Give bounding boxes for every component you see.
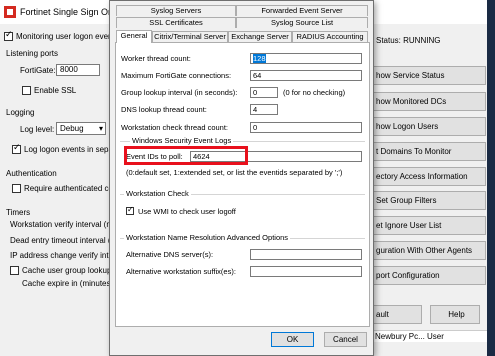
cache-expire-label: Cache expire in (minutes): [22, 279, 116, 288]
workstation-check-section-title: Workstation Check [124, 189, 191, 198]
listening-ports-title: Listening ports [6, 49, 59, 58]
workstation-check-thread-input[interactable]: 0 [250, 122, 362, 133]
workstation-check-thread-label: Workstation check thread count: [121, 123, 228, 132]
cache-group-label: Cache user group lookup r [22, 266, 117, 275]
show-monitored-dcs-button[interactable]: how Monitored DCs [372, 92, 486, 111]
tab-radius-accounting[interactable]: RADIUS Accounting [292, 31, 368, 42]
wsel-section-title: Windows Security Event Logs [130, 136, 234, 145]
group-lookup-interval-label: Group lookup interval (in seconds): [121, 88, 238, 97]
alt-dns-input[interactable] [250, 249, 362, 260]
group-lookup-interval-input[interactable]: 0 [250, 87, 278, 98]
tab-ssl-certificates[interactable]: SSL Certificates [116, 17, 236, 28]
tab-syslog-source-list[interactable]: Syslog Source List [236, 17, 368, 28]
log-level-select[interactable]: Debug [56, 122, 106, 135]
fortigate-port-label: FortiGate: [20, 66, 56, 75]
logging-title: Logging [6, 108, 35, 117]
fortinet-app-icon [4, 6, 16, 18]
desktop-background [487, 0, 495, 356]
worker-thread-label: Worker thread count: [121, 54, 191, 63]
max-connections-input[interactable]: 64 [250, 70, 362, 81]
show-service-status-button[interactable]: how Service Status [372, 66, 486, 85]
alt-suffix-input[interactable] [250, 266, 362, 277]
alt-dns-label: Alternative DNS server(s): [126, 250, 214, 259]
log-logon-checkbox[interactable] [12, 143, 21, 154]
show-logon-users-button[interactable]: how Logon Users [372, 117, 486, 136]
group-lookup-hint: (0 for no checking) [283, 88, 346, 97]
tab-exchange-server[interactable]: Exchange Server [228, 31, 292, 42]
require-auth-label: Require authenticated con [24, 184, 118, 193]
tab-general[interactable]: General [116, 30, 152, 43]
use-wmi-label: Use WMI to check user logoff [138, 207, 236, 216]
advanced-settings-dialog: Syslog Servers Forwarded Event Server SS… [109, 0, 374, 356]
ip-change-label: IP address change verify inter [10, 251, 116, 260]
sync-configuration-button[interactable]: guration With Other Agents [372, 241, 486, 260]
set-group-filters-button[interactable]: Set Group Filters [372, 191, 486, 210]
max-connections-label: Maximum FortiGate connections: [121, 71, 232, 80]
export-configuration-button[interactable]: port Configuration [372, 266, 486, 285]
worker-thread-value: 128 [253, 54, 266, 63]
workstation-verify-label: Workstation verify interval (min [10, 220, 120, 229]
monitoring-checkbox[interactable] [4, 30, 13, 41]
authentication-title: Authentication [6, 169, 57, 178]
select-domains-button[interactable]: t Domains To Monitor [372, 142, 486, 161]
use-wmi-checkbox[interactable] [126, 205, 134, 215]
general-tab-panel: Worker thread count: 128 Maximum FortiGa… [115, 42, 370, 327]
event-ids-highlight-box [124, 146, 248, 165]
log-level-label: Log level: [20, 125, 55, 134]
dns-lookup-thread-label: DNS lookup thread count: [121, 105, 207, 114]
alt-suffix-label: Alternative workstation suffix(es): [126, 267, 236, 276]
enable-ssl-checkbox[interactable] [22, 86, 31, 95]
event-ids-hint: (0:default set, 1:extended set, or list … [126, 168, 343, 177]
monitoring-label: Monitoring user logon events [16, 32, 119, 41]
tab-forwarded-event-server[interactable]: Forwarded Event Server [236, 5, 368, 16]
timers-title: Timers [6, 208, 31, 217]
set-ignore-user-list-button[interactable]: et Ignore User List [372, 216, 486, 235]
cancel-button[interactable]: Cancel [324, 332, 367, 347]
dead-entry-label: Dead entry timeout interval (min [10, 236, 124, 245]
directory-access-button[interactable]: ectory Access Information [372, 167, 486, 186]
service-status-text: Status: RUNNING [376, 36, 441, 45]
tab-syslog-servers[interactable]: Syslog Servers [116, 5, 236, 16]
fortigate-port-input[interactable]: 8000 [56, 64, 100, 76]
default-button[interactable]: ault [372, 305, 422, 324]
ok-button[interactable]: OK [271, 332, 314, 347]
enable-ssl-label: Enable SSL [34, 86, 77, 95]
wsname-section-title: Workstation Name Resolution Advanced Opt… [124, 233, 291, 242]
logon-users-list-row[interactable]: Newbury Pc... User [372, 330, 490, 342]
worker-thread-input[interactable]: 128 [250, 53, 362, 64]
log-logon-label: Log logon events in separ [24, 145, 116, 154]
help-button[interactable]: Help [430, 305, 480, 324]
cache-group-checkbox[interactable] [10, 266, 19, 275]
require-auth-checkbox[interactable] [12, 184, 21, 193]
dns-lookup-thread-input[interactable]: 4 [250, 104, 278, 115]
tab-citrix-terminal-server[interactable]: Citrix/Terminal Server [152, 31, 228, 42]
